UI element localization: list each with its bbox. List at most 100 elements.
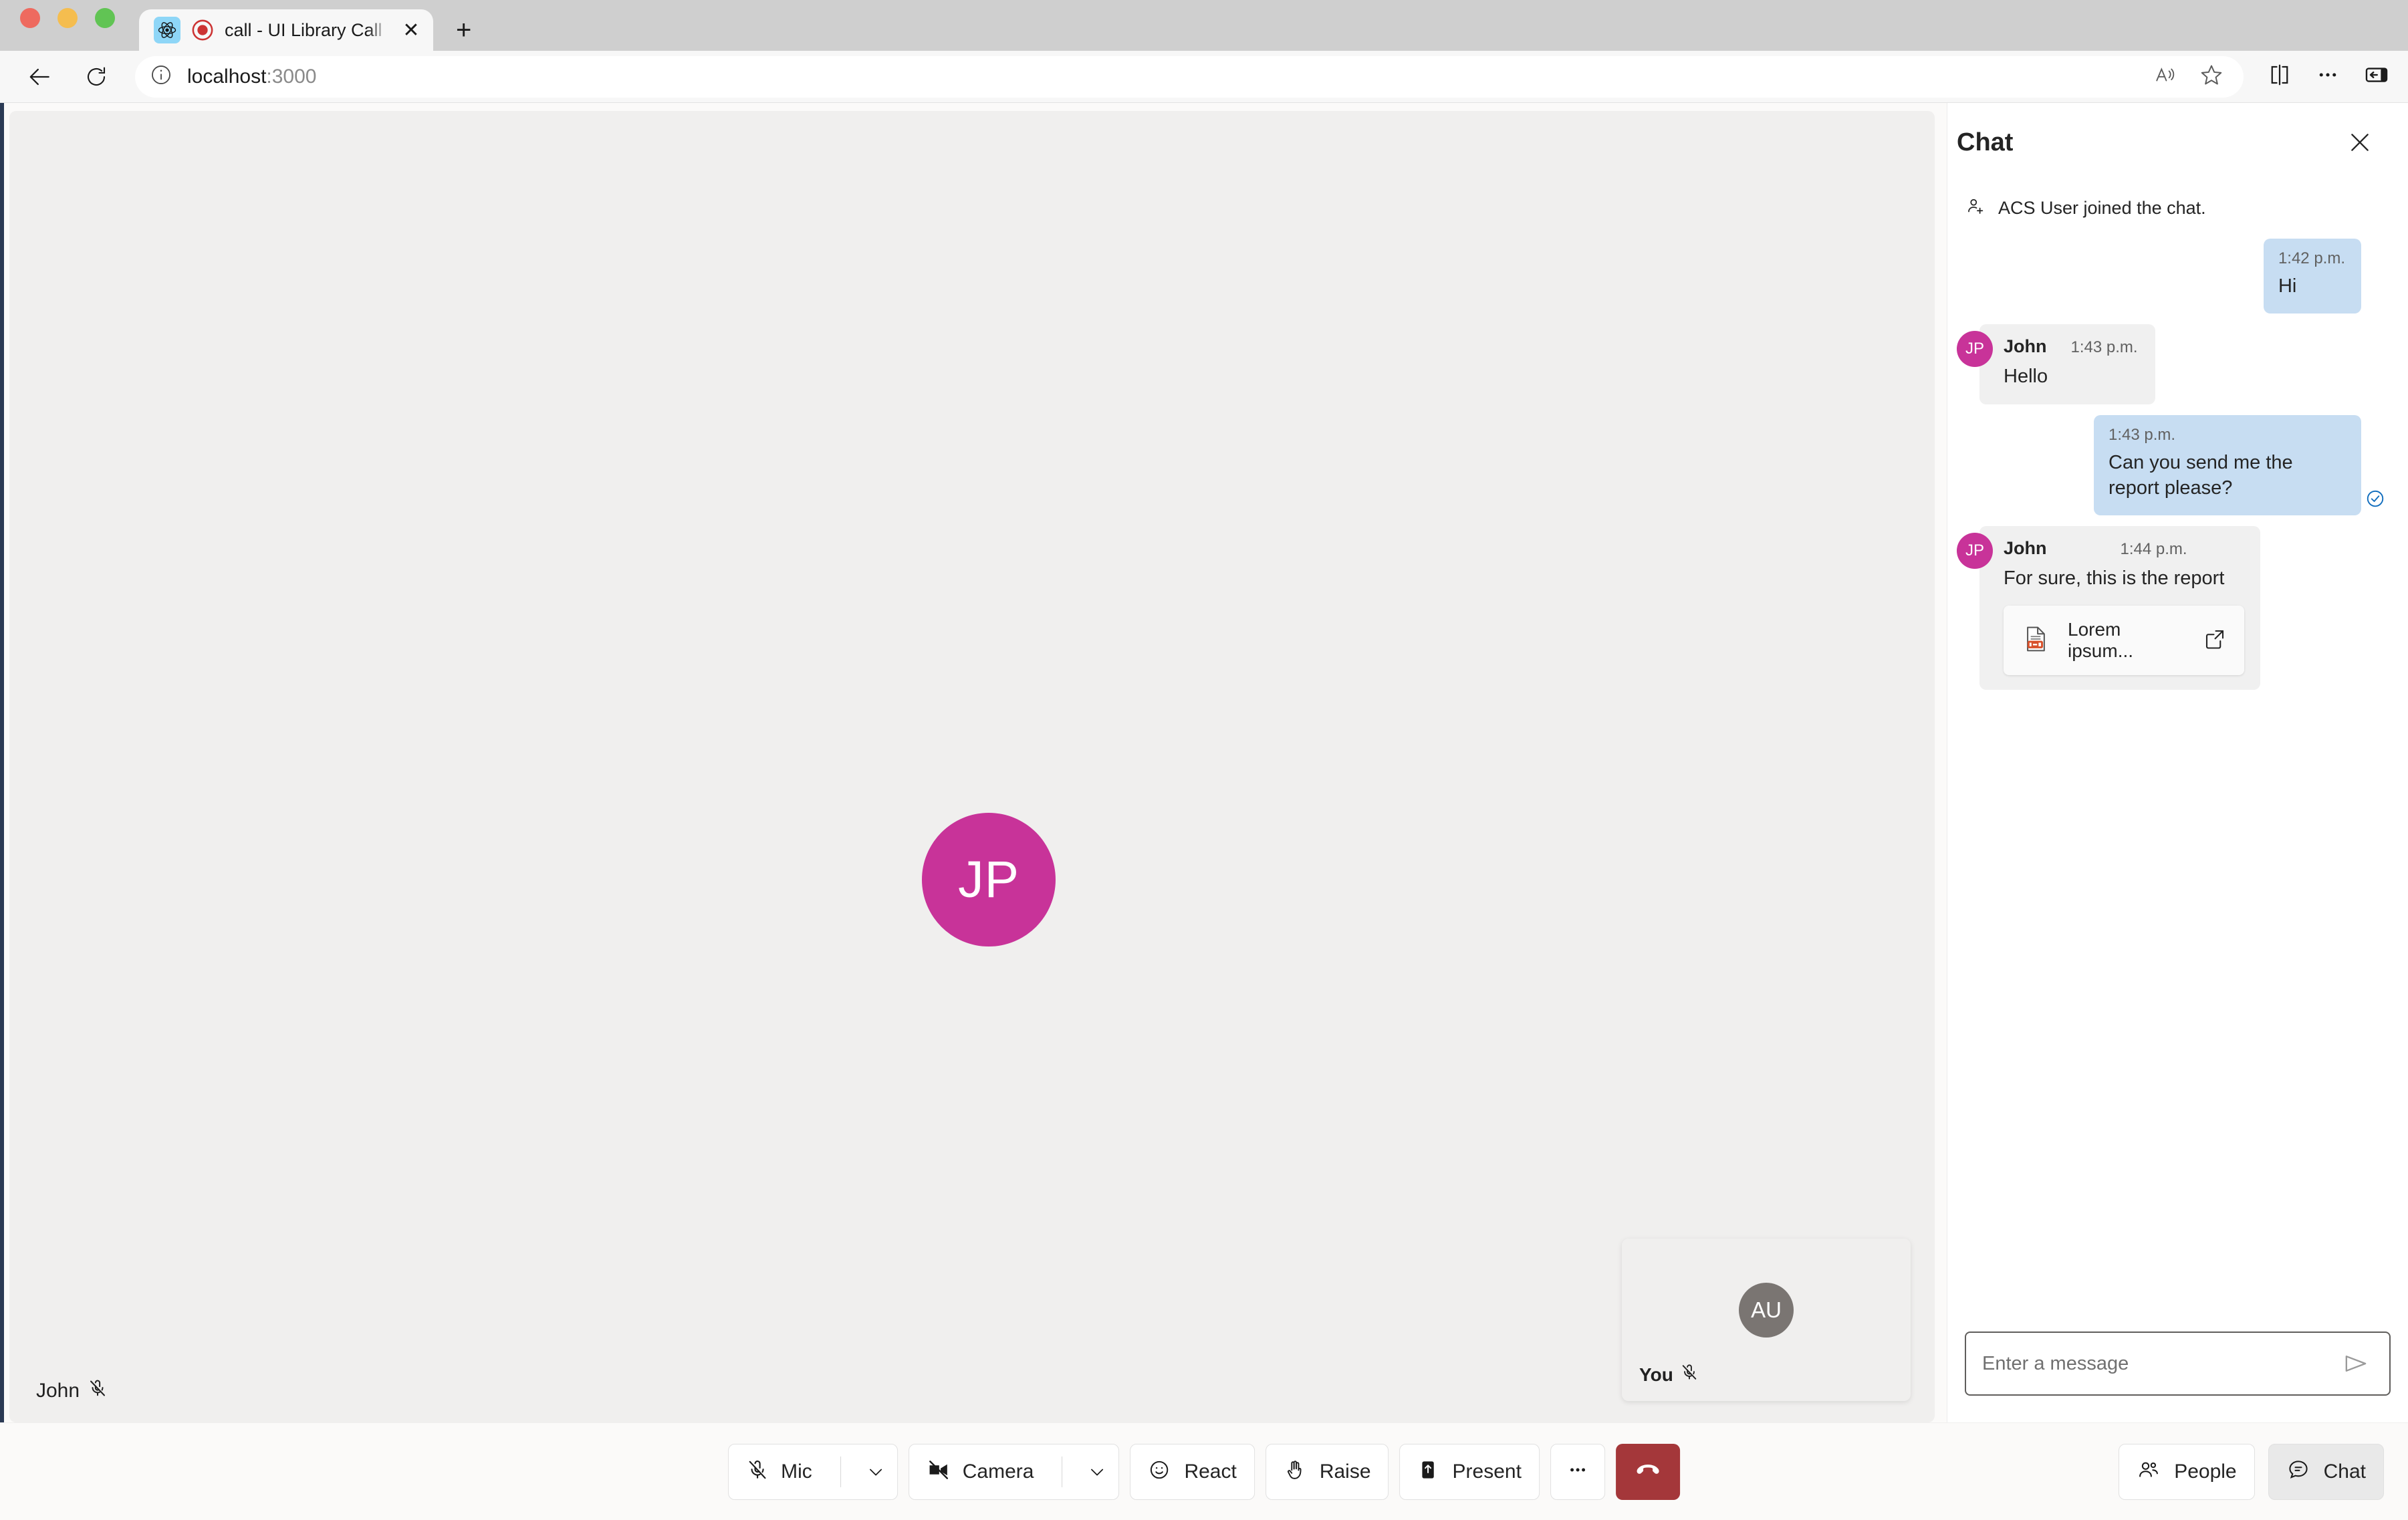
chevron-down-icon[interactable] [1076,1444,1118,1500]
people-button[interactable]: People [2119,1443,2255,1500]
document-file-icon [2021,624,2050,657]
message-bubble-outgoing: 1:42 p.m. Hi [2263,239,2361,314]
chat-message: JP John 1:44 p.m. For sure, this is the … [1957,526,2392,690]
browser-tab[interactable]: call - UI Library Call With C ✕ [139,9,433,51]
end-call-button[interactable] [1615,1443,1680,1500]
message-input-container[interactable] [1965,1332,2391,1396]
chat-message: JP John 1:43 p.m. Hello [1957,324,2392,404]
video-gallery: JP John AU You [9,111,1935,1422]
camera-button-label: Camera [962,1460,1034,1483]
video-gallery-wrapper: JP John AU You [0,103,1947,1422]
avatar-initials: JP [1965,340,1984,358]
remote-participant-name: John [36,1380,80,1402]
reload-icon[interactable] [75,55,118,98]
chat-panel-title: Chat [1957,128,2014,156]
open-external-icon[interactable] [2203,627,2227,654]
local-video-tile[interactable]: AU You [1622,1239,1911,1401]
chat-message: 1:43 p.m. Can you send me the report ple… [1957,414,2392,516]
chevron-down-icon[interactable] [854,1444,897,1500]
chat-button[interactable]: Chat [2268,1443,2384,1500]
call-controls-center: Mic Camera React Raise Present [728,1443,1680,1500]
message-bubble-outgoing: 1:43 p.m. Can you send me the report ple… [2094,414,2361,516]
window-traffic-lights [20,0,115,51]
address-bar-url: localhost:3000 [187,65,317,88]
app-left-accent-strip [0,103,4,1520]
mic-button-main[interactable]: Mic [729,1444,827,1500]
browser-window: call - UI Library Call With C ✕ + localh… [0,0,2408,1520]
close-icon[interactable]: ✕ [398,19,424,42]
call-controls-bar: Mic Camera React Raise Present People Ch… [0,1422,2408,1520]
remote-participant-avatar: JP [922,813,1056,946]
chat-message: 1:42 p.m. Hi [1957,239,2392,314]
file-attachment-card[interactable]: Lorem ipsum... [2004,606,2244,676]
remote-participant-label: John [29,1374,114,1408]
message-sender: John [2004,538,2047,559]
raise-hand-icon [1284,1459,1306,1485]
react-logo-icon [154,17,180,43]
message-timestamp: 1:42 p.m. [2278,249,2345,267]
close-icon[interactable] [2341,124,2379,161]
tab-title: call - UI Library Call With C [225,19,388,40]
avatar: JP [1957,533,1993,569]
local-avatar-initials: AU [1751,1297,1782,1322]
mic-off-icon [88,1378,108,1404]
mic-button[interactable]: Mic [728,1443,898,1500]
raise-hand-button-label: Raise [1319,1460,1371,1483]
back-arrow-icon[interactable] [19,55,62,98]
call-controls-right: People Chat [2119,1443,2384,1500]
camera-off-icon [927,1458,951,1485]
split-screen-icon[interactable] [2268,63,2292,90]
read-receipt-icon [2361,489,2389,515]
chat-panel-header: Chat [1947,103,2408,182]
react-button-label: React [1184,1460,1237,1483]
site-info-icon[interactable] [150,64,172,90]
tab-strip: call - UI Library Call With C ✕ + [0,0,2408,51]
end-call-icon [1633,1455,1663,1488]
raise-hand-button[interactable]: Raise [1265,1443,1389,1500]
close-window-button[interactable] [20,8,40,28]
message-text: Can you send me the report please? [2109,451,2293,499]
camera-button-main[interactable]: Camera [909,1444,1049,1500]
mic-button-label: Mic [781,1460,812,1483]
more-options-button[interactable] [1550,1443,1605,1500]
read-receipt-placeholder [2361,307,2389,313]
browser-actions [2268,62,2389,91]
avatar: JP [1957,331,1993,368]
local-participant-name: You [1639,1364,1673,1385]
system-message-text: ACS User joined the chat. [1998,198,2206,218]
mic-off-icon [746,1459,769,1485]
send-icon[interactable] [2338,1346,2373,1381]
message-bubble-incoming: John 1:43 p.m. Hello [1979,324,2155,404]
message-text: Hello [2004,366,2048,388]
more-horizontal-icon [1566,1459,1589,1485]
favorite-star-icon[interactable] [2199,63,2223,90]
new-tab-button[interactable]: + [456,9,471,51]
person-add-icon [1966,197,1986,220]
message-sender: John [2004,336,2047,357]
people-button-label: People [2174,1460,2237,1483]
camera-button[interactable]: Camera [908,1443,1120,1500]
browser-toolbar: localhost:3000 [0,51,2408,103]
address-bar[interactable]: localhost:3000 [135,55,2244,98]
chat-message-list[interactable]: ACS User joined the chat. 1:42 p.m. Hi J… [1947,182,2408,1319]
chat-panel: Chat ACS User joined the chat. 1:42 p.m.… [1947,103,2408,1422]
chat-bubble-icon [2286,1458,2310,1485]
message-input[interactable] [1982,1352,2338,1375]
react-button[interactable]: React [1130,1443,1255,1500]
more-options-icon[interactable] [2316,63,2340,90]
present-button[interactable]: Present [1399,1443,1540,1500]
message-timestamp: 1:43 p.m. [2109,425,2176,444]
recording-icon[interactable] [191,19,214,41]
read-aloud-icon[interactable] [2154,64,2177,90]
people-icon [2137,1458,2161,1485]
message-bubble-incoming: John 1:44 p.m. For sure, this is the rep… [1979,526,2260,690]
maximize-window-button[interactable] [95,8,115,28]
collections-icon[interactable] [2364,62,2389,91]
message-text: Hi [2278,275,2297,297]
minimize-window-button[interactable] [57,8,78,28]
chat-button-label: Chat [2323,1460,2366,1483]
avatar-initials: JP [1965,541,1984,560]
message-text: For sure, this is the report [2004,567,2225,590]
calling-app: JP John AU You Chat ACS User joined the … [0,103,2408,1520]
remote-avatar-initials: JP [958,850,1019,908]
